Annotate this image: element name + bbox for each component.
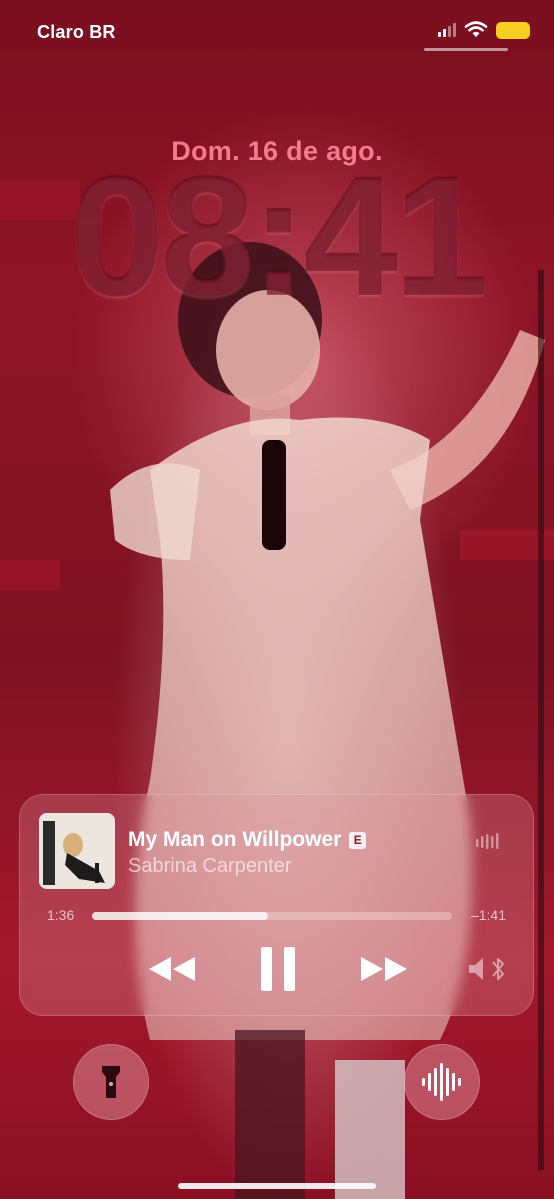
pause-icon: [261, 947, 295, 991]
home-indicator[interactable]: [178, 1183, 376, 1189]
audio-level-icon: [476, 833, 499, 849]
fast-forward-button[interactable]: [356, 949, 412, 989]
cellular-signal-icon: [438, 23, 456, 37]
status-icons: [438, 21, 530, 39]
track-artist: Sabrina Carpenter: [128, 855, 292, 877]
control-center-hint[interactable]: [424, 48, 508, 51]
time-elapsed: 1:36: [47, 907, 75, 923]
playback-scrubber[interactable]: [92, 912, 452, 920]
status-bar: Claro BR: [0, 0, 554, 64]
audio-output-button[interactable]: [460, 951, 516, 987]
wifi-icon: [464, 21, 488, 37]
album-artwork[interactable]: [39, 813, 115, 889]
battery-icon: [496, 21, 530, 39]
speaker-bluetooth-icon: [469, 958, 504, 980]
playback-progress: [92, 912, 269, 920]
explicit-badge: E: [349, 832, 367, 849]
pause-button[interactable]: [250, 943, 306, 995]
rewind-button[interactable]: [144, 949, 200, 989]
rewind-icon: [149, 957, 195, 981]
album-artwork-image: [39, 813, 115, 889]
fast-forward-icon: [361, 957, 407, 981]
flashlight-button[interactable]: [73, 1044, 149, 1120]
shazam-waveform-icon: [422, 1063, 461, 1101]
now-playing-widget[interactable]: My Man on Willpower E Sabrina Carpenter 1…: [19, 794, 534, 1016]
lock-clock: 08:41: [69, 142, 489, 332]
time-remaining: –1:41: [470, 907, 506, 923]
carrier-name: Claro BR: [37, 22, 116, 42]
flashlight-icon: [102, 1066, 120, 1098]
track-title: My Man on Willpower E: [128, 828, 367, 852]
shazam-button[interactable]: [404, 1044, 480, 1120]
